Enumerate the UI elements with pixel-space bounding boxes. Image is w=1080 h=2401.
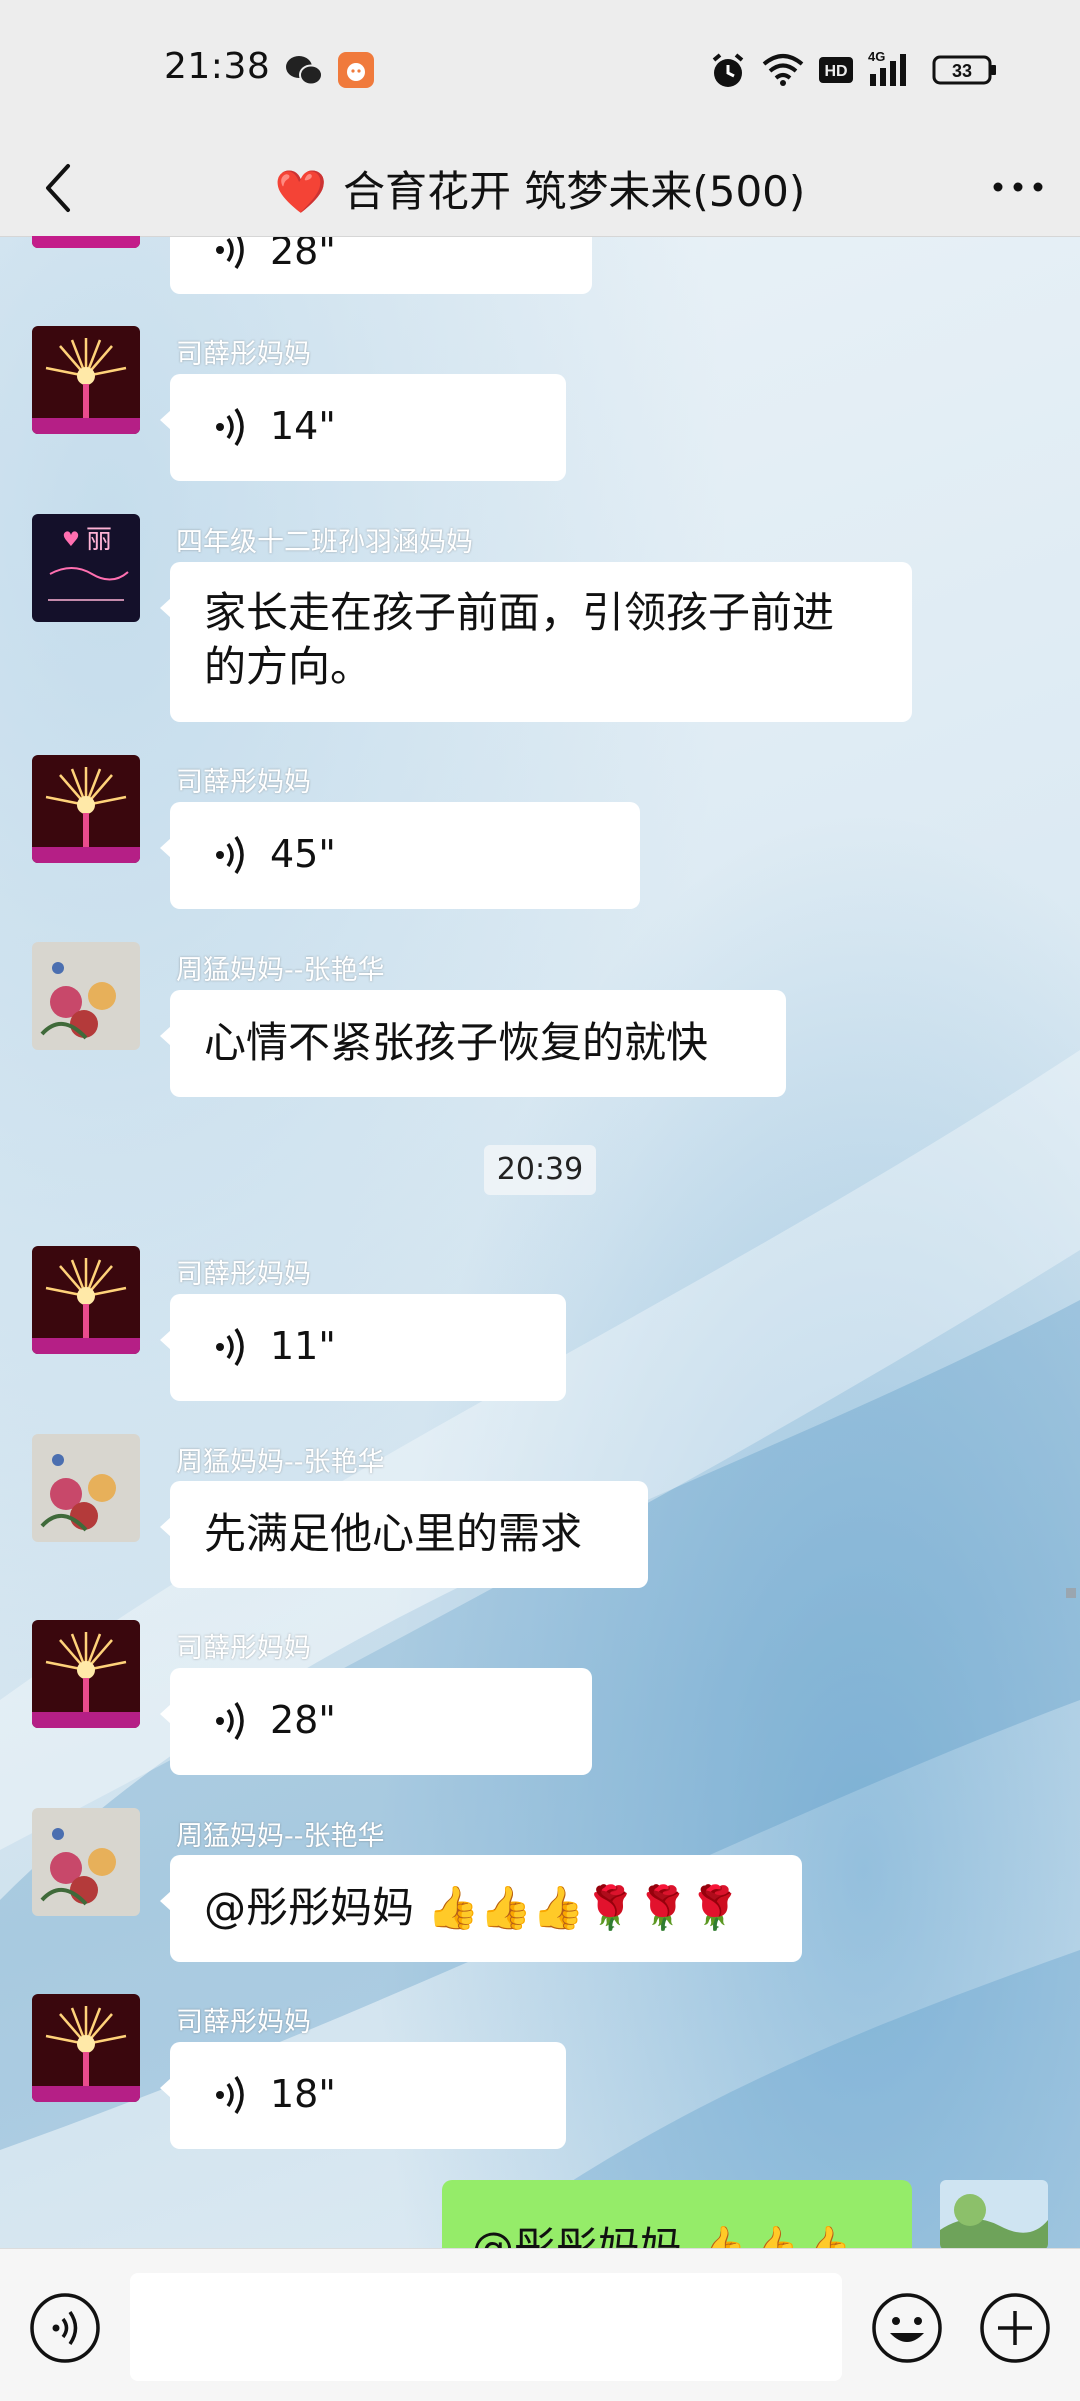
sender-name: 周猛妈妈--张艳华: [176, 1447, 385, 1478]
text-bubble[interactable]: 先满足他心里的需求: [160, 1481, 648, 1588]
voice-duration: 11": [270, 1324, 336, 1368]
voice-input-icon[interactable]: [28, 2291, 102, 2365]
input-bar: [0, 2248, 1080, 2401]
hd-icon: HD: [819, 57, 853, 83]
voice-bubble[interactable]: 18": [160, 2042, 566, 2149]
message-text: 先满足他心里的需求: [204, 1509, 583, 1558]
voice-wave-icon: [216, 408, 244, 446]
status-time: 21:38: [164, 46, 271, 87]
voice-bubble[interactable]: 45": [160, 802, 640, 909]
avatar[interactable]: [32, 326, 140, 434]
sender-name: 司薛彤妈妈: [176, 2007, 311, 2038]
avatar[interactable]: [32, 942, 140, 1050]
message-text: 心情不紧张孩子恢复的就快: [204, 1018, 709, 1067]
voice-wave-icon: [216, 836, 244, 874]
app-icon: [338, 52, 374, 88]
avatar[interactable]: [32, 1808, 140, 1916]
signal-4g-icon: 4G: [868, 49, 906, 86]
emoji-icon[interactable]: [870, 2291, 944, 2365]
text-bubble[interactable]: @彤彤妈妈 👍👍👍🌹🌹🌹: [160, 1855, 802, 1962]
sender-name: 司薛彤妈妈: [176, 1633, 311, 1664]
own-avatar[interactable]: [940, 2180, 1048, 2250]
svg-text:HD: HD: [824, 63, 847, 80]
background-wave: [0, 1050, 1080, 2400]
wechat-icon: [286, 56, 323, 86]
chat-header: ❤️ 合育花开 筑梦未来(500): [0, 140, 1080, 236]
text-bubble[interactable]: 心情不紧张孩子恢复的就快: [160, 990, 786, 1097]
message-input[interactable]: [130, 2273, 842, 2381]
voice-bubble[interactable]: 11": [160, 1294, 566, 1401]
header-divider: [0, 236, 1080, 237]
sender-name: 司薛彤妈妈: [176, 339, 311, 370]
sender-name: 周猛妈妈--张艳华: [176, 955, 385, 986]
voice-duration: 45": [270, 832, 336, 876]
voice-wave-icon: [216, 1328, 244, 1366]
alarm-icon: [712, 53, 744, 87]
text-bubble[interactable]: 家长走在孩子前面，引领孩子前进 的方向。: [160, 562, 912, 722]
status-bar: 21:38 HD 4G 33: [0, 0, 1080, 140]
avatar[interactable]: [32, 1434, 140, 1542]
svg-text:33: 33: [952, 61, 972, 81]
group-name: 合育花开 筑梦未来(500): [343, 167, 806, 216]
voice-bubble[interactable]: 14": [160, 374, 566, 481]
wifi-icon: [762, 54, 804, 86]
battery-icon: 33: [932, 55, 996, 85]
sender-name: 司薛彤妈妈: [176, 1259, 311, 1290]
voice-duration: 18": [270, 2072, 336, 2116]
svg-text:4G: 4G: [868, 49, 885, 64]
scroll-indicator[interactable]: [1066, 1588, 1076, 1598]
avatar[interactable]: [32, 1620, 140, 1728]
message-text-line: 家长走在孩子前面，引领孩子前进: [204, 588, 835, 637]
sender-name: 周猛妈妈--张艳华: [176, 1821, 385, 1852]
message-text-line: 的方向。: [204, 642, 373, 691]
voice-wave-icon: [216, 1702, 244, 1740]
chat-title: ❤️ 合育花开 筑梦未来(500): [0, 158, 1080, 219]
heart-icon: ❤️: [274, 167, 327, 216]
timestamp: 20:39: [484, 1145, 596, 1195]
voice-duration: 14": [270, 404, 336, 448]
svg-text:丽: 丽: [86, 525, 112, 555]
avatar[interactable]: [32, 755, 140, 863]
sender-name: 四年级十二班孙羽涵妈妈: [176, 527, 473, 558]
message-text: @彤彤妈妈 👍👍👍🌹🌹🌹: [204, 1883, 742, 1932]
avatar[interactable]: ♥ 丽: [32, 514, 140, 622]
voice-wave-icon: [216, 2076, 244, 2114]
voice-duration: 28": [270, 1698, 336, 1742]
more-dots-icon[interactable]: [988, 162, 1048, 212]
voice-bubble[interactable]: 28": [160, 1668, 592, 1775]
sender-name: 司薛彤妈妈: [176, 767, 311, 798]
avatar[interactable]: [32, 1994, 140, 2102]
plus-icon[interactable]: [978, 2291, 1052, 2365]
svg-text:♥: ♥: [62, 527, 80, 551]
avatar[interactable]: [32, 1246, 140, 1354]
